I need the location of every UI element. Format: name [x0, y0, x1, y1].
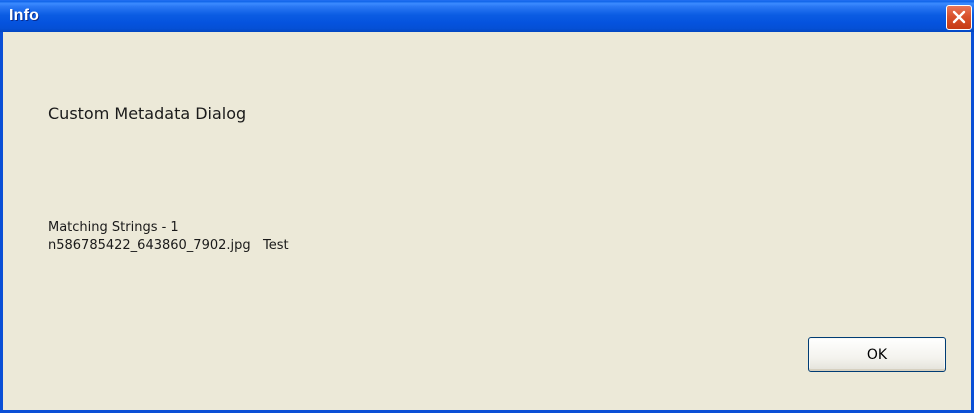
- close-button[interactable]: [946, 5, 972, 30]
- dialog-heading: Custom Metadata Dialog: [48, 104, 247, 123]
- dialog-body: Custom Metadata Dialog Matching Strings …: [3, 32, 971, 410]
- close-x-icon: [952, 10, 966, 24]
- matching-file-entry: n586785422_643860_7902.jpg Test: [48, 238, 289, 253]
- info-dialog-window: Info Custom Metadata Dialog Matching Str…: [0, 0, 974, 413]
- window-title: Info: [9, 7, 40, 24]
- ok-button[interactable]: OK: [808, 337, 946, 372]
- matching-strings-count: Matching Strings - 1: [48, 220, 179, 235]
- title-bar[interactable]: Info: [0, 0, 974, 32]
